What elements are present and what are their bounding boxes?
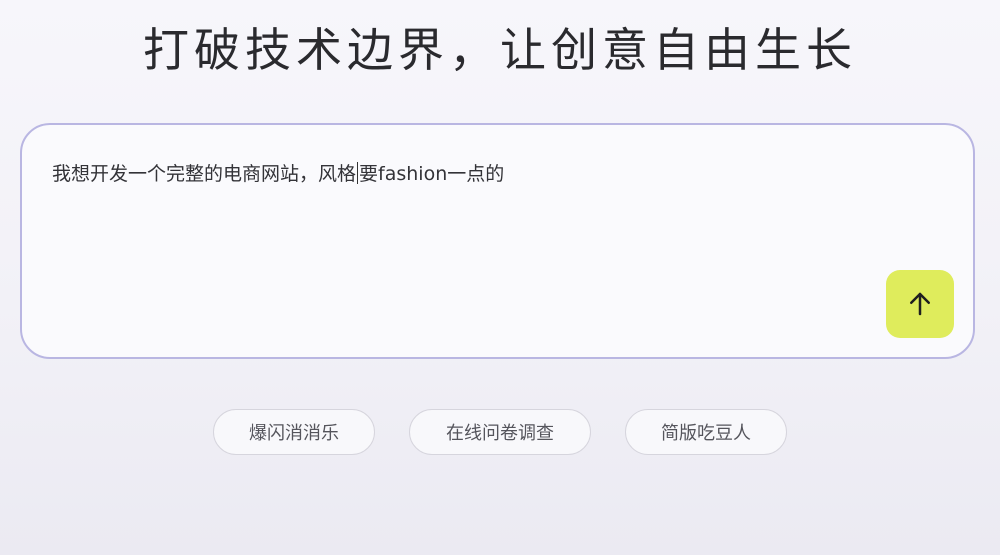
suggestion-chip-survey[interactable]: 在线问卷调查 [409,409,591,455]
text-caret [357,162,359,184]
send-button[interactable] [886,270,954,338]
prompt-composer[interactable]: 我想开发一个完整的电商网站，风格 要fashion一点的 [20,123,975,359]
prompt-text-after-caret: 要fashion一点的 [359,163,505,185]
suggestion-chip-pacman[interactable]: 简版吃豆人 [625,409,787,455]
arrow-up-icon [910,292,930,316]
suggestion-chips: 爆闪消消乐 在线问卷调查 简版吃豆人 [0,409,1000,455]
suggestion-chip-match-game[interactable]: 爆闪消消乐 [213,409,375,455]
prompt-text-before-caret: 我想开发一个完整的电商网站，风格 [52,163,357,185]
page-title: 打破技术边界，让创意自由生长 [143,23,857,77]
prompt-input[interactable]: 我想开发一个完整的电商网站，风格 要fashion一点的 [52,161,504,187]
